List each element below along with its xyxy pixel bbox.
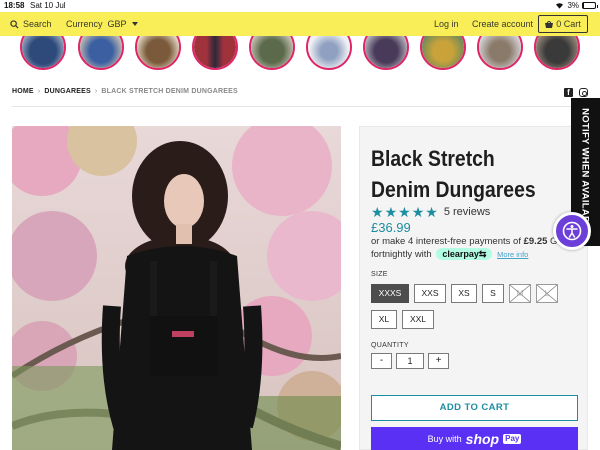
- crossed-out-icon: [537, 285, 557, 302]
- instagram-icon[interactable]: [579, 88, 588, 97]
- size-option-xl[interactable]: XL: [371, 310, 397, 329]
- size-option-s[interactable]: S: [482, 284, 504, 303]
- search-icon: [10, 19, 19, 29]
- battery-percent: 3%: [567, 1, 579, 10]
- size-option-xxl[interactable]: XXL: [402, 310, 434, 329]
- quantity-stepper: - 1 +: [371, 353, 449, 369]
- collection-thumb[interactable]: [534, 36, 580, 70]
- star-icon: ★: [371, 204, 384, 220]
- product-info-panel: Black Stretch Denim Dungarees ★ ★ ★ ★ ★ …: [359, 126, 588, 450]
- collection-thumb[interactable]: [192, 36, 238, 70]
- wifi-icon: [556, 3, 564, 9]
- collection-thumb[interactable]: [135, 36, 181, 70]
- installment-amount: £9.25: [523, 236, 548, 247]
- star-icon: ★: [425, 204, 438, 220]
- size-option-l[interactable]: L: [536, 284, 558, 303]
- social-links: f: [564, 88, 588, 97]
- breadcrumb-separator: ›: [94, 88, 98, 95]
- installments-line2: fortnightly with: [371, 249, 432, 260]
- accessibility-button[interactable]: [553, 212, 591, 250]
- status-bar: 18:58 Sat 10 Jul 3%: [0, 0, 600, 12]
- search-label: Search: [23, 19, 52, 29]
- breadcrumb-current: BLACK STRETCH DENIM DUNGAREES: [101, 88, 238, 95]
- installments-prefix: or make 4 interest-free payments of: [371, 236, 521, 247]
- currency-label: Currency: [66, 19, 103, 29]
- create-account-link[interactable]: Create account: [472, 19, 533, 29]
- caret-down-icon: [131, 21, 138, 26]
- login-link[interactable]: Log in: [434, 19, 459, 29]
- search-button[interactable]: Search: [10, 19, 52, 29]
- product-rating[interactable]: ★ ★ ★ ★ ★ 5 reviews: [371, 205, 490, 219]
- collection-thumb[interactable]: [363, 36, 409, 70]
- quantity-increase-button[interactable]: +: [428, 353, 449, 369]
- crossed-out-icon: [510, 285, 530, 302]
- currency-selector[interactable]: Currency GBP: [66, 19, 138, 29]
- status-right: 3%: [555, 1, 598, 10]
- shop-logo: shop: [465, 431, 500, 447]
- breadcrumb-home[interactable]: HOME: [12, 88, 34, 95]
- collection-thumbnails: [0, 36, 600, 72]
- collection-thumb[interactable]: [306, 36, 352, 70]
- quantity-decrease-button[interactable]: -: [371, 353, 392, 369]
- product-price: £36.99: [371, 220, 411, 235]
- status-time: 18:58: [4, 1, 25, 10]
- product-photo: [12, 126, 341, 450]
- add-to-cart-button[interactable]: ADD TO CART: [371, 395, 578, 421]
- quantity-label: QUANTITY: [371, 342, 409, 349]
- divider: [12, 106, 588, 107]
- clearpay-arrows-icon: ⇆: [478, 249, 487, 259]
- quantity-input[interactable]: 1: [396, 353, 424, 369]
- basket-icon: [545, 20, 554, 28]
- collection-thumb[interactable]: [420, 36, 466, 70]
- star-icon: ★: [411, 204, 425, 220]
- product-title: Black Stretch Denim Dungarees: [371, 146, 536, 202]
- clearpay-label: clearpay: [442, 249, 479, 259]
- breadcrumb-collection[interactable]: DUNGAREES: [44, 88, 91, 95]
- collection-thumb[interactable]: [20, 36, 66, 70]
- star-icon: ★: [398, 204, 411, 220]
- pay-badge: Pay: [503, 434, 522, 444]
- collection-thumb[interactable]: [477, 36, 523, 70]
- facebook-icon[interactable]: f: [564, 88, 573, 97]
- buy-with-label: Buy with: [427, 434, 462, 444]
- top-header: Search Currency GBP Log in Create accoun…: [0, 12, 600, 36]
- battery-icon: [582, 2, 598, 9]
- more-info-link[interactable]: More info: [497, 250, 528, 259]
- collection-thumb[interactable]: [249, 36, 295, 70]
- size-label: SIZE: [371, 271, 388, 278]
- size-option-xxs[interactable]: XXS: [414, 284, 446, 303]
- clearpay-badge: clearpay⇆: [436, 248, 493, 260]
- size-option-xxxs[interactable]: XXXS: [371, 284, 409, 303]
- cart-label: 0 Cart: [556, 19, 581, 29]
- cart-button[interactable]: 0 Cart: [538, 15, 588, 33]
- breadcrumb-separator: ›: [37, 88, 41, 95]
- product-image[interactable]: [12, 126, 341, 450]
- collection-thumb[interactable]: [78, 36, 124, 70]
- breadcrumb: HOME › DUNGAREES › BLACK STRETCH DENIM D…: [12, 88, 238, 95]
- size-option-xs[interactable]: XS: [451, 284, 477, 303]
- star-icon: ★: [384, 204, 398, 220]
- reviews-count[interactable]: 5 reviews: [444, 206, 490, 218]
- accessibility-icon: [562, 221, 582, 241]
- status-date: Sat 10 Jul: [30, 1, 66, 10]
- size-option-m[interactable]: M: [509, 284, 531, 303]
- shop-pay-button[interactable]: Buy with shop Pay: [371, 427, 578, 450]
- currency-value: GBP: [107, 19, 127, 29]
